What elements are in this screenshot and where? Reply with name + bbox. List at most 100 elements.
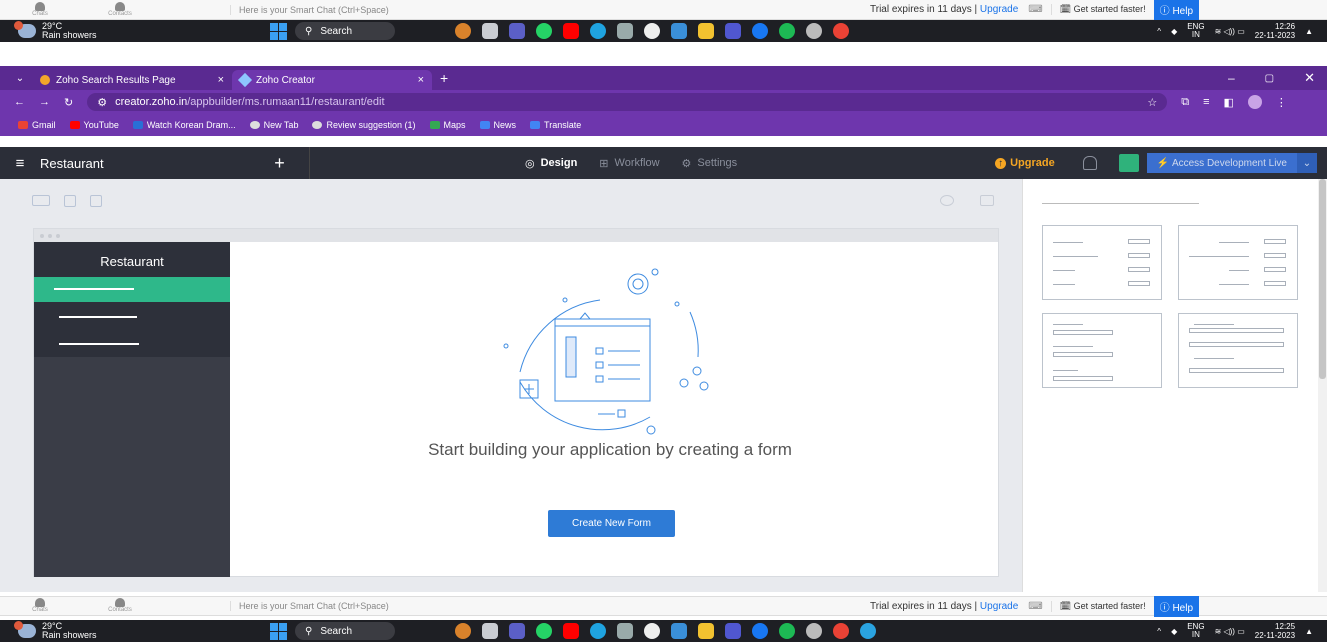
bell-icon[interactable]	[1082, 156, 1097, 170]
taskbar-search[interactable]: ⚲ Search	[295, 622, 395, 640]
desktop-icon[interactable]	[32, 195, 50, 206]
create-new-form-button[interactable]: Create New Form	[548, 510, 675, 537]
close-icon[interactable]: ×	[218, 74, 224, 86]
app-icon[interactable]	[617, 23, 633, 39]
sidebar-item[interactable]	[59, 316, 139, 318]
help-button[interactable]: ⓘ Help	[1153, 0, 1200, 20]
app-icon[interactable]	[617, 623, 633, 639]
keyboard-icon[interactable]: ⌨	[1028, 601, 1042, 612]
tab-design[interactable]: ◎ Design	[525, 157, 577, 170]
smart-chat-input[interactable]: Here is your Smart Chat (Ctrl+Space)	[230, 4, 870, 15]
upgrade-link[interactable]: Upgrade	[980, 601, 1018, 612]
app-icon[interactable]	[455, 23, 471, 39]
youtube-icon[interactable]	[563, 23, 579, 39]
access-development-button[interactable]: ⚡ Access Development Live ⌄	[1146, 153, 1317, 173]
theme-icon[interactable]	[940, 195, 954, 206]
settings-icon[interactable]	[806, 623, 822, 639]
wifi-icon[interactable]: ≋ ◁)) ▭	[1215, 627, 1245, 636]
add-button[interactable]: +	[250, 147, 310, 179]
store-icon[interactable]	[671, 623, 687, 639]
taskbar-search[interactable]: ⚲ Search	[295, 22, 395, 40]
github-icon[interactable]	[644, 623, 660, 639]
network-icon[interactable]: ◆	[1171, 27, 1177, 36]
bookmark-gmail[interactable]: Gmail	[18, 120, 56, 130]
template-option[interactable]	[1042, 225, 1162, 300]
bookmark-review[interactable]: Review suggestion (1)	[312, 120, 416, 130]
windows-start-icon[interactable]	[270, 622, 287, 640]
chrome-icon[interactable]	[833, 23, 849, 39]
folder-icon[interactable]	[698, 623, 714, 639]
bookmark-korean-drama[interactable]: Watch Korean Dram...	[132, 120, 236, 130]
more-menu-icon[interactable]: ⋮	[1276, 96, 1287, 109]
app-icon[interactable]	[482, 23, 498, 39]
github-icon[interactable]	[644, 23, 660, 39]
reload-icon[interactable]: ↻	[64, 96, 73, 109]
sidebar-item[interactable]	[59, 343, 139, 345]
contacts-button[interactable]: Contacts	[80, 1, 160, 18]
clock[interactable]: 12:25 22-11-2023	[1255, 622, 1295, 640]
restore-button[interactable]: ▢	[1265, 73, 1274, 84]
help-button[interactable]: ⓘ Help	[1153, 595, 1200, 617]
bookmark-news[interactable]: News	[479, 120, 516, 130]
bookmark-translate[interactable]: Translate	[530, 120, 581, 130]
language-indicator[interactable]: ENG IN	[1187, 23, 1204, 39]
tab-zoho-creator[interactable]: Zoho Creator ×	[232, 70, 432, 90]
weather-widget[interactable]: 29°C Rain showers	[0, 21, 270, 40]
upgrade-link[interactable]: Upgrade	[980, 4, 1018, 15]
hamburger-menu-icon[interactable]: ≡	[0, 155, 40, 172]
close-icon[interactable]: ×	[418, 74, 424, 86]
profile-avatar[interactable]	[1247, 95, 1262, 109]
chats-button[interactable]: Chats	[0, 598, 80, 614]
wifi-icon[interactable]: ≋ ◁)) ▭	[1215, 27, 1245, 36]
chevron-up-icon[interactable]: ^	[1157, 627, 1161, 636]
app-icon[interactable]	[482, 623, 498, 639]
app-icon[interactable]	[725, 23, 741, 39]
bookmark-new-tab[interactable]: New Tab	[249, 120, 298, 130]
folder-icon[interactable]	[698, 23, 714, 39]
app-icon[interactable]	[725, 623, 741, 639]
network-icon[interactable]: ◆	[1171, 627, 1177, 636]
reading-list-icon[interactable]: ≡	[1203, 96, 1209, 108]
new-tab-button[interactable]: +	[440, 70, 448, 86]
sidebar-item-selected[interactable]	[34, 277, 230, 302]
tab-workflow[interactable]: ⊞ Workflow	[599, 157, 659, 170]
template-option[interactable]	[1178, 313, 1298, 388]
chevron-up-icon[interactable]: ^	[1157, 27, 1161, 36]
tab-search-icon[interactable]: ⌄	[8, 73, 32, 84]
forward-icon[interactable]: →	[39, 96, 50, 108]
notification-icon[interactable]: ▲	[1305, 627, 1313, 636]
site-info-icon[interactable]: ⚙	[97, 96, 107, 109]
template-option[interactable]	[1042, 313, 1162, 388]
facebook-icon[interactable]	[752, 623, 768, 639]
get-started-link[interactable]: 🗓 Get started faster!	[1050, 600, 1146, 612]
facebook-icon[interactable]	[752, 23, 768, 39]
weather-widget[interactable]: 29°C Rain showers	[0, 621, 270, 640]
chevron-down-icon[interactable]: ⌄	[1297, 153, 1317, 173]
url-field[interactable]: ⚙ creator.zoho.in/appbuilder/ms.rumaan11/…	[87, 93, 1168, 111]
smart-chat-input[interactable]: Here is your Smart Chat (Ctrl+Space)	[230, 601, 870, 611]
teams-icon[interactable]	[509, 623, 525, 639]
scrollbar[interactable]	[1318, 179, 1327, 592]
back-icon[interactable]: ←	[14, 96, 25, 108]
telegram-icon[interactable]	[860, 623, 876, 639]
store-icon[interactable]	[671, 23, 687, 39]
app-icon[interactable]	[455, 623, 471, 639]
layout-icon[interactable]	[980, 195, 994, 206]
template-option[interactable]	[1178, 225, 1298, 300]
tab-settings[interactable]: ⚙ Settings	[682, 157, 738, 170]
teams-icon[interactable]	[509, 23, 525, 39]
windows-start-icon[interactable]	[270, 22, 287, 40]
spotify-icon[interactable]	[779, 23, 795, 39]
extensions-icon[interactable]: ⧉	[1181, 96, 1189, 109]
bookmark-star-icon[interactable]: ☆	[1147, 96, 1157, 109]
notification-icon[interactable]: ▲	[1305, 27, 1313, 36]
contacts-button[interactable]: Contacts	[80, 598, 160, 614]
spotify-icon[interactable]	[779, 623, 795, 639]
get-started-link[interactable]: 🗓 Get started faster!	[1050, 4, 1146, 15]
bookmark-maps[interactable]: Maps	[429, 120, 466, 130]
tablet-icon[interactable]	[64, 195, 76, 207]
edge-icon[interactable]	[590, 623, 606, 639]
mobile-icon[interactable]	[90, 195, 102, 207]
window-close-button[interactable]: ✕	[1304, 70, 1315, 86]
whatsapp-icon[interactable]	[536, 23, 552, 39]
